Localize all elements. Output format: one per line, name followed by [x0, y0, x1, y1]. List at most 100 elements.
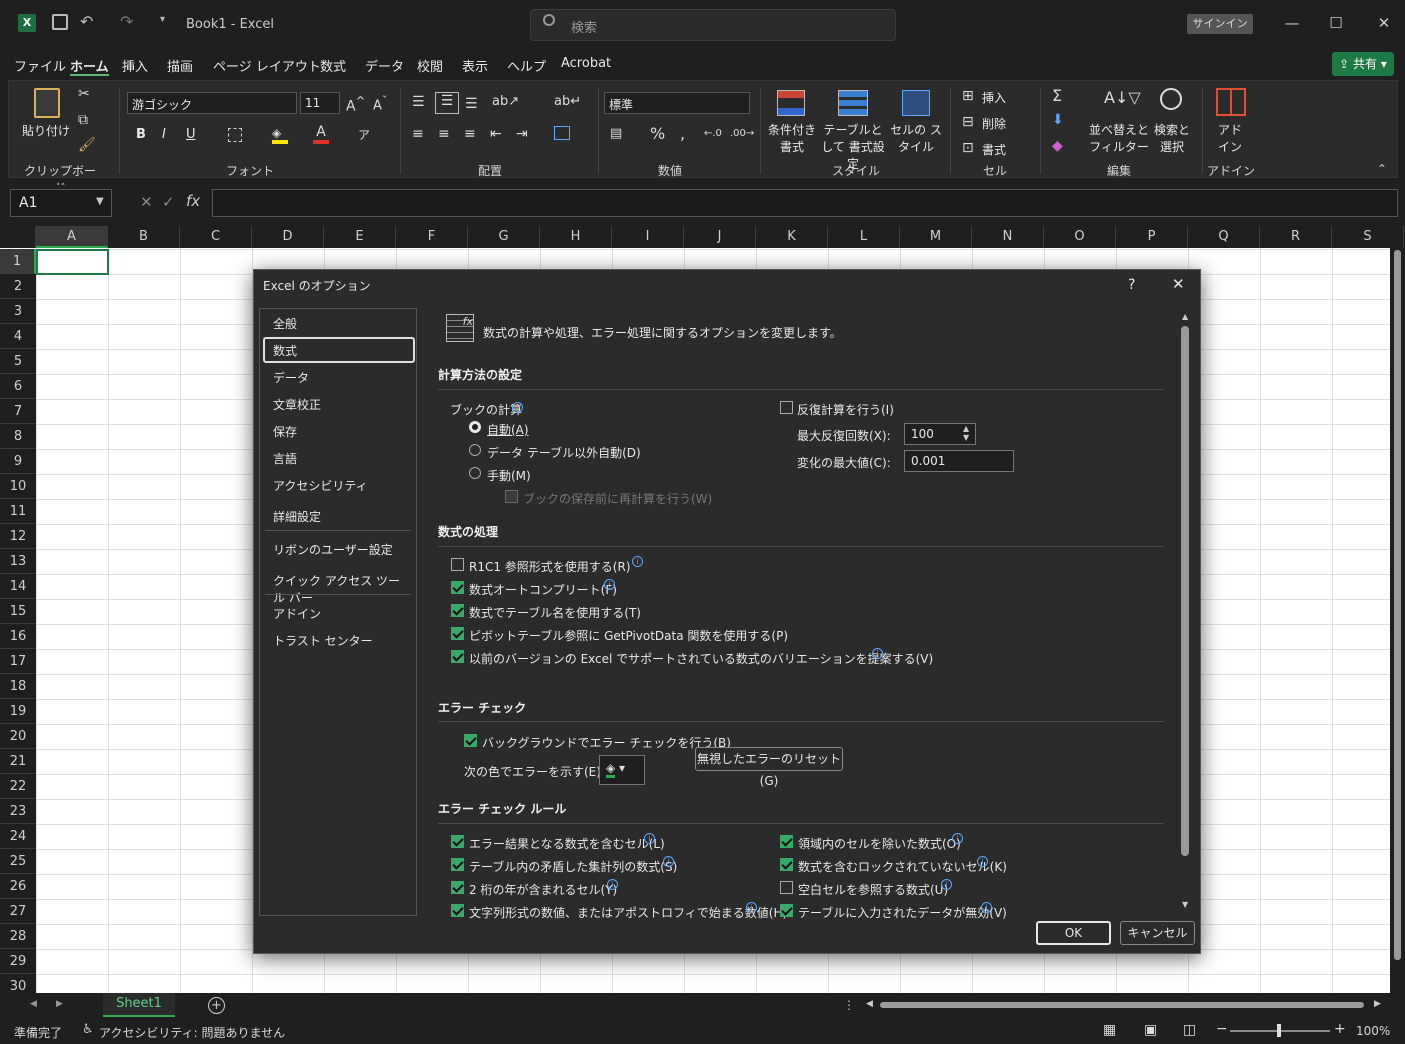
- formula-option-0-label[interactable]: R1C1 参照形式を使用する(R): [469, 558, 631, 575]
- search-input[interactable]: 検索: [530, 9, 896, 41]
- increase-decimal-icon[interactable]: ←.0: [704, 128, 722, 139]
- cancel-formula-icon[interactable]: ✕: [140, 193, 153, 211]
- row-header[interactable]: 10: [0, 474, 36, 499]
- grow-font-icon[interactable]: A^: [346, 94, 365, 115]
- tab-help[interactable]: ヘルプ: [507, 56, 546, 76]
- page-layout-view-icon[interactable]: ▣: [1144, 1022, 1157, 1038]
- insert-cells-icon[interactable]: ⊞: [962, 88, 974, 104]
- iterative-calc-label[interactable]: 反復計算を行う(I): [797, 401, 894, 418]
- comma-icon[interactable]: ,: [680, 124, 685, 143]
- align-middle-icon[interactable]: ☰: [435, 92, 459, 114]
- active-cell[interactable]: [36, 249, 109, 275]
- column-header[interactable]: J: [684, 226, 756, 248]
- zoom-out-icon[interactable]: −: [1216, 1021, 1228, 1037]
- row-header[interactable]: 14: [0, 574, 36, 599]
- row-header[interactable]: 1: [0, 249, 36, 274]
- sheet-tab-sheet1[interactable]: Sheet1: [103, 993, 175, 1017]
- align-top-icon[interactable]: ☰: [412, 94, 425, 110]
- formula-option-2-checkbox[interactable]: [451, 604, 464, 617]
- dialog-help-button[interactable]: ?: [1128, 277, 1135, 293]
- rule-left-2-label[interactable]: 2 桁の年が含まれるセル(Y): [469, 881, 617, 898]
- background-error-check-checkbox[interactable]: [464, 734, 477, 747]
- formula-option-1-label[interactable]: 数式オートコンプリート(F): [469, 581, 617, 598]
- tab-review[interactable]: 校閲: [417, 56, 443, 76]
- row-header[interactable]: 5: [0, 349, 36, 374]
- shrink-font-icon[interactable]: Aˇ: [373, 94, 387, 113]
- horizontal-scrollbar[interactable]: ◀ ▶: [866, 999, 1384, 1011]
- rule-left-3-label[interactable]: 文字列形式の数値、またはアポストロフィで始まる数値(H): [469, 904, 787, 921]
- nav-data[interactable]: データ: [263, 364, 415, 388]
- nav-proofing[interactable]: 文章校正: [263, 391, 415, 415]
- namebox-dropdown-icon[interactable]: ▼: [96, 196, 104, 207]
- sort-filter-button[interactable]: 並べ替えと フィルター: [1088, 121, 1150, 155]
- dialog-close-icon[interactable]: ✕: [1172, 275, 1185, 293]
- column-header[interactable]: Q: [1188, 226, 1260, 248]
- select-all-corner[interactable]: [0, 226, 36, 248]
- insert-function-icon[interactable]: fx: [186, 192, 200, 210]
- cell-styles-button[interactable]: セルの スタイル: [888, 121, 944, 155]
- phonetic-icon[interactable]: ア: [358, 126, 370, 143]
- column-header[interactable]: D: [252, 226, 324, 248]
- font-size-select[interactable]: 11: [300, 92, 340, 114]
- column-header[interactable]: K: [756, 226, 828, 248]
- autosum-icon[interactable]: Σ: [1052, 86, 1062, 105]
- format-cells-button[interactable]: 書式: [982, 141, 1006, 158]
- formula-option-1-checkbox[interactable]: [451, 581, 464, 594]
- rule-left-1-checkbox[interactable]: [451, 858, 464, 871]
- align-left-icon[interactable]: ≡: [412, 126, 424, 142]
- nav-language[interactable]: 言語: [263, 445, 415, 469]
- share-button[interactable]: ⇪ 共有 ▾: [1332, 52, 1394, 76]
- row-header[interactable]: 28: [0, 924, 36, 949]
- spinner-icon[interactable]: ▲ ▼: [963, 424, 969, 442]
- enter-formula-icon[interactable]: ✓: [162, 193, 175, 211]
- row-header[interactable]: 24: [0, 824, 36, 849]
- radio-manual-label[interactable]: 手動(M): [487, 467, 531, 484]
- font-name-select[interactable]: 游ゴシック: [127, 92, 297, 114]
- row-header[interactable]: 26: [0, 874, 36, 899]
- rule-right-0-checkbox[interactable]: [780, 835, 793, 848]
- cell-styles-icon[interactable]: [902, 90, 930, 116]
- redo-icon[interactable]: ↷: [120, 12, 133, 31]
- decrease-decimal-icon[interactable]: .00→: [730, 128, 754, 139]
- column-header[interactable]: C: [180, 226, 252, 248]
- addin-icon[interactable]: [1216, 88, 1246, 116]
- rule-left-3-checkbox[interactable]: [451, 904, 464, 917]
- format-as-table-icon[interactable]: [838, 90, 868, 116]
- radio-auto-except-tables[interactable]: [469, 444, 481, 456]
- quick-access-more-icon[interactable]: ▾: [160, 14, 165, 25]
- radio-manual[interactable]: [469, 467, 481, 479]
- column-header[interactable]: O: [1044, 226, 1116, 248]
- column-header[interactable]: M: [900, 226, 972, 248]
- row-header[interactable]: 21: [0, 749, 36, 774]
- sort-filter-icon[interactable]: A↓▽: [1104, 88, 1141, 107]
- zoom-in-icon[interactable]: +: [1334, 1021, 1346, 1037]
- rule-right-1-label[interactable]: 数式を含むロックされていないセル(K): [798, 858, 1007, 875]
- paste-icon[interactable]: [34, 88, 60, 118]
- nav-trust-center[interactable]: トラスト センター: [263, 627, 415, 651]
- status-accessibility[interactable]: アクセシビリティ: 問題ありません: [99, 1024, 285, 1041]
- column-header[interactable]: F: [396, 226, 468, 248]
- column-header[interactable]: L: [828, 226, 900, 248]
- undo-icon[interactable]: ↶: [80, 12, 93, 31]
- column-header[interactable]: R: [1260, 226, 1332, 248]
- bold-icon[interactable]: B: [136, 127, 146, 142]
- row-header[interactable]: 23: [0, 799, 36, 824]
- rule-right-3-checkbox[interactable]: [780, 904, 793, 917]
- number-format-select[interactable]: 標準: [604, 92, 750, 114]
- tab-view[interactable]: 表示: [462, 56, 488, 76]
- nav-quick-access[interactable]: クイック アクセス ツール バー: [263, 567, 415, 605]
- percent-icon[interactable]: %: [650, 124, 665, 143]
- clear-icon[interactable]: ◆: [1052, 138, 1063, 154]
- row-header[interactable]: 18: [0, 674, 36, 699]
- decrease-indent-icon[interactable]: ⇤: [490, 126, 502, 142]
- border-icon[interactable]: [228, 128, 242, 142]
- maximize-icon[interactable]: ☐: [1326, 14, 1346, 34]
- column-header[interactable]: P: [1116, 226, 1188, 248]
- row-header[interactable]: 17: [0, 649, 36, 674]
- row-header[interactable]: 29: [0, 949, 36, 974]
- formula-option-3-label[interactable]: ピボットテーブル参照に GetPivotData 関数を使用する(P): [469, 627, 788, 644]
- tab-data[interactable]: データ: [365, 56, 404, 76]
- iterative-calc-checkbox[interactable]: [780, 401, 793, 414]
- currency-icon[interactable]: ▤: [610, 126, 622, 141]
- tab-page-layout[interactable]: ページ レイアウト: [213, 56, 321, 76]
